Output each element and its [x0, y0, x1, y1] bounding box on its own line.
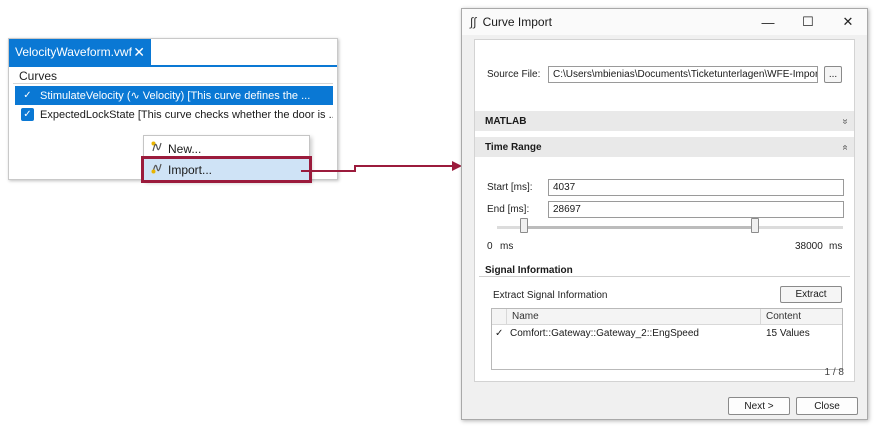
column-separator	[506, 309, 507, 325]
start-label: Start [ms]:	[487, 182, 533, 193]
start-field[interactable]: 4037	[548, 179, 844, 196]
end-field[interactable]: 28697	[548, 201, 844, 218]
signal-information-divider	[479, 276, 850, 277]
maximize-icon[interactable]: ☐	[797, 12, 819, 32]
column-header-name[interactable]: Name	[512, 311, 539, 322]
checkbox-checked-icon[interactable]: ✓	[495, 328, 503, 339]
source-file-field[interactable]: C:\Users\mbienias\Documents\Ticketunterl…	[548, 66, 818, 83]
time-range-section-header[interactable]: Time Range «	[475, 137, 854, 157]
column-header-content[interactable]: Content	[766, 311, 801, 322]
dialog-titlebar[interactable]: ∫∫ Curve Import — ☐ ✕	[462, 9, 867, 35]
slider-min-value: 0	[487, 241, 493, 252]
dialog-title: Curve Import	[482, 15, 552, 29]
slider-max-unit: ms	[829, 241, 843, 252]
matlab-section-header[interactable]: MATLAB »	[475, 111, 854, 131]
chevron-up-icon: «	[839, 144, 851, 150]
waveform-icon: ∫∫	[470, 15, 477, 29]
time-range-section-title: Time Range	[485, 141, 542, 153]
signal-name: Comfort::Gateway::Gateway_2::EngSpeed	[510, 328, 699, 339]
slider-min-unit: ms	[500, 241, 514, 252]
page-indicator: 1 / 8	[824, 367, 844, 378]
column-separator	[760, 309, 761, 325]
grid-header: Name Content	[492, 309, 842, 325]
signal-grid: Name Content ✓ Comfort::Gateway::Gateway…	[491, 308, 843, 370]
extract-button[interactable]: Extract	[780, 286, 842, 303]
curve-import-dialog: ∫∫ Curve Import — ☐ ✕ Source File: C:\Us…	[461, 8, 868, 420]
matlab-section-title: MATLAB	[485, 115, 527, 127]
signal-information-header: Signal Information	[485, 265, 573, 276]
source-file-label: Source File:	[487, 69, 541, 80]
minimize-icon[interactable]: —	[757, 12, 779, 32]
slider-start-handle[interactable]	[520, 218, 528, 233]
slider-selected-range	[523, 226, 755, 229]
browse-button[interactable]: ...	[824, 66, 842, 83]
close-button[interactable]: Close	[796, 397, 858, 415]
slider-end-handle[interactable]	[751, 218, 759, 233]
close-icon[interactable]: ✕	[837, 12, 859, 32]
dialog-content: Source File: C:\Users\mbienias\Documents…	[474, 39, 855, 382]
next-button[interactable]: Next >	[728, 397, 790, 415]
extract-signal-label: Extract Signal Information	[493, 290, 608, 301]
end-label: End [ms]:	[487, 204, 530, 215]
table-row[interactable]: ✓ Comfort::Gateway::Gateway_2::EngSpeed …	[492, 326, 842, 342]
time-range-slider[interactable]	[497, 226, 843, 229]
slider-max-value: 38000	[795, 241, 823, 252]
chevron-down-icon: »	[839, 118, 851, 124]
signal-content: 15 Values	[766, 328, 810, 339]
